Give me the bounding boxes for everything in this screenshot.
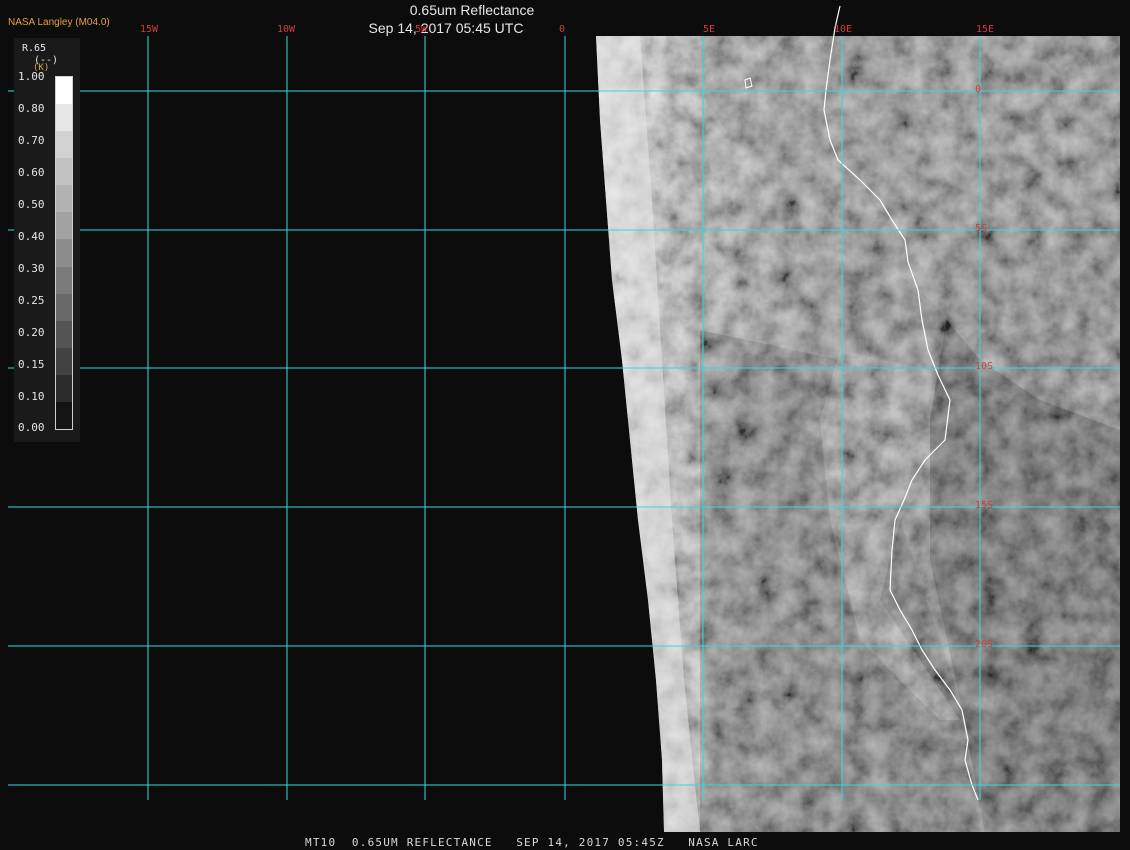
legend-swatch — [56, 401, 72, 430]
lon-label-15e: 15E — [976, 24, 995, 35]
legend-tick: 0.25 — [18, 294, 45, 307]
satellite-image-map — [0, 0, 1130, 850]
earth-disk — [596, 36, 1120, 832]
lon-label-0: 0 — [559, 24, 566, 35]
legend-tick: 0.60 — [18, 166, 45, 179]
lon-label-15w: 15W — [140, 24, 159, 35]
image-title: 0.65um Reflectance — [409, 2, 535, 18]
lon-label-5e: 5E — [703, 24, 716, 35]
lat-label-5s: 5S — [975, 223, 988, 234]
lon-label-5w: 5W — [415, 24, 428, 35]
lon-label-10e: 10E — [834, 24, 853, 35]
legend-tick: 0.10 — [18, 390, 45, 403]
legend-tick: 0.15 — [18, 358, 45, 371]
legend-color-bar — [55, 76, 73, 430]
lat-label-20s: 20S — [975, 639, 994, 650]
legend-tick: 0.70 — [18, 134, 45, 147]
legend-tick: 0.40 — [18, 230, 45, 243]
legend-tick: 1.00 — [18, 70, 45, 83]
legend-swatch — [56, 239, 72, 267]
legend-tick: 0.50 — [18, 198, 45, 211]
lat-label-10s: 10S — [975, 361, 994, 372]
legend-swatch — [56, 77, 72, 105]
legend-swatch — [56, 158, 72, 186]
lat-label-0: 0 — [975, 84, 982, 95]
legend-swatch — [56, 293, 72, 321]
lon-label-10w: 10W — [277, 24, 296, 35]
legend-swatch — [56, 266, 72, 294]
legend-swatch — [56, 347, 72, 375]
legend-swatch — [56, 320, 72, 348]
legend-tick: 0.00 — [18, 421, 45, 434]
legend-swatch — [56, 212, 72, 240]
footer-caption: MT10 0.65UM REFLECTANCE SEP 14, 2017 05:… — [305, 836, 759, 849]
image-timestamp: Sep 14, 2017 05:45 UTC — [368, 20, 524, 36]
legend-tick: 0.80 — [18, 102, 45, 115]
legend-tick: 0.30 — [18, 262, 45, 275]
legend-title: R.65 — [22, 43, 47, 54]
legend-swatch — [56, 131, 72, 159]
legend-swatch — [56, 104, 72, 132]
legend-tick: 0.20 — [18, 326, 45, 339]
legend-swatch — [56, 185, 72, 213]
lat-label-15s: 15S — [975, 500, 994, 511]
legend-swatch — [56, 374, 72, 402]
